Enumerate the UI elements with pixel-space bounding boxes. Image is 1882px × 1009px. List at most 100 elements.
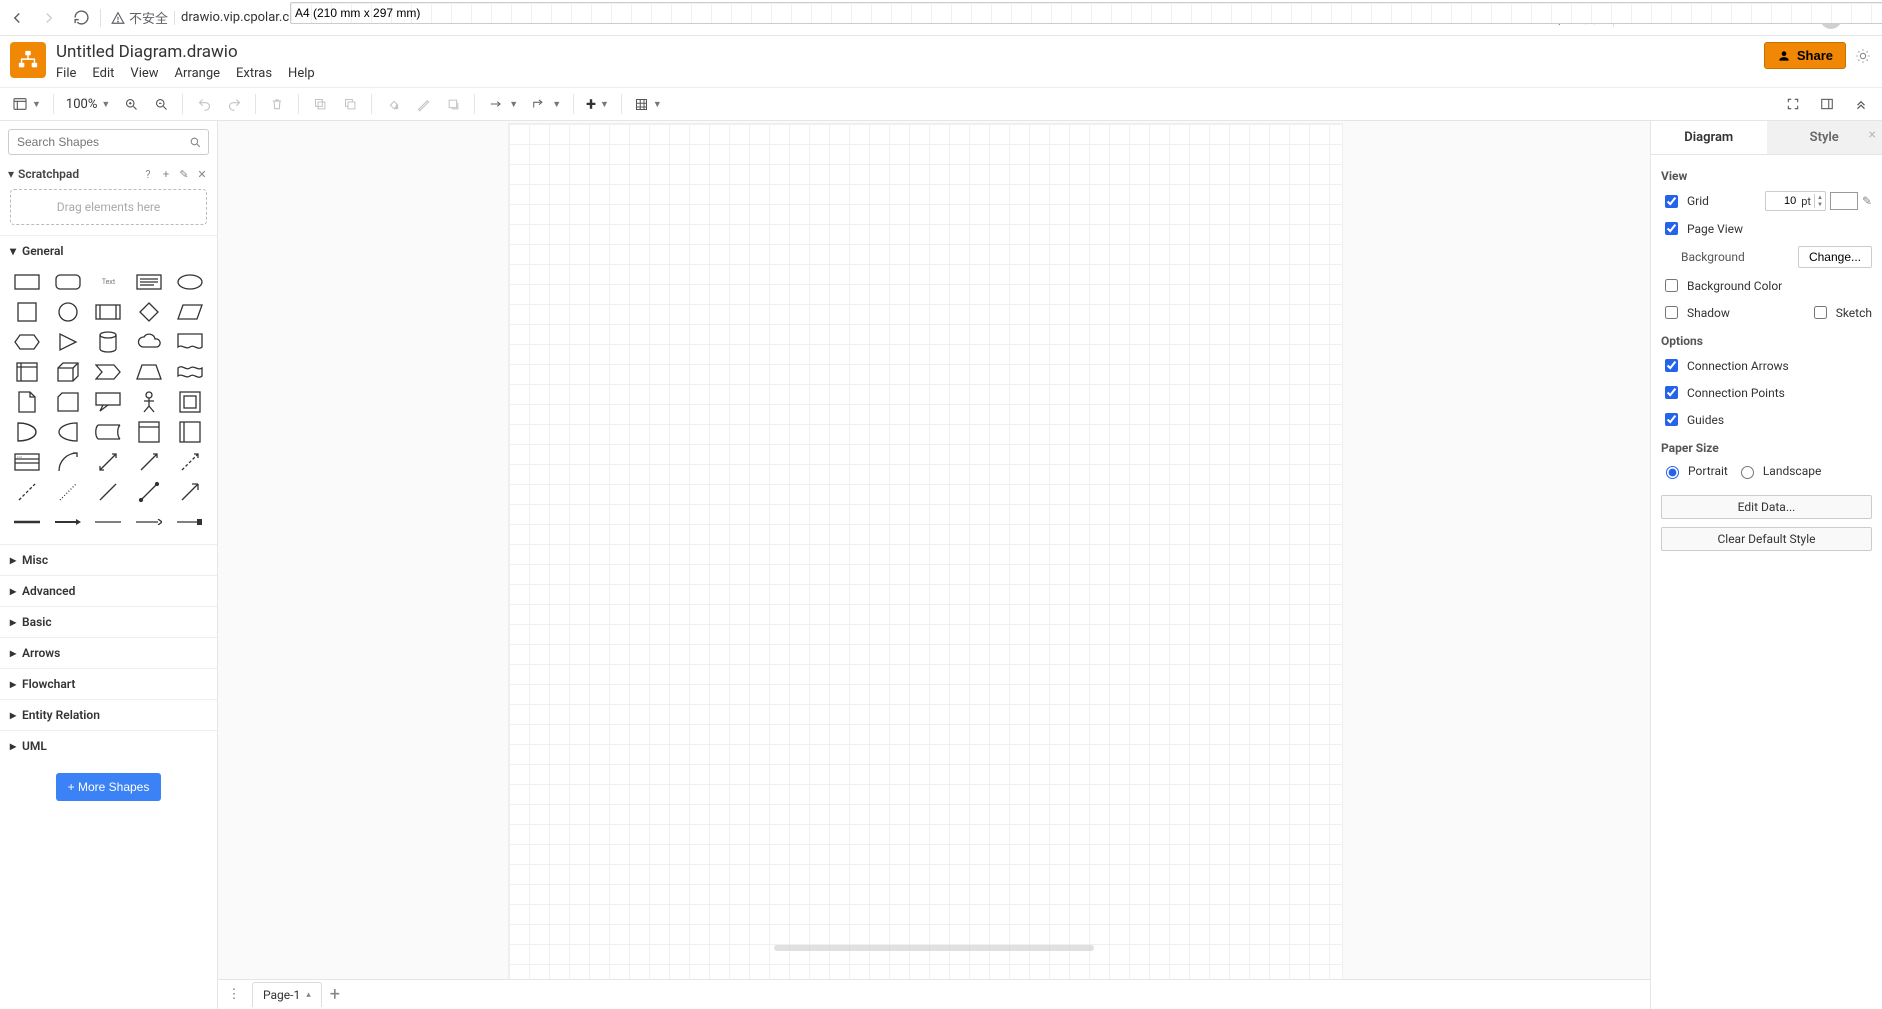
shape-document[interactable] [172,330,207,354]
category-flowchart[interactable]: ▸Flowchart [0,669,217,699]
delete-icon[interactable] [264,91,290,117]
shape-textbox[interactable] [132,270,167,294]
search-field[interactable] [15,134,189,150]
shape-thickline[interactable] [10,510,45,534]
shape-diamond[interactable] [132,300,167,324]
shape-cylinder[interactable] [91,330,126,354]
grid-size-input[interactable]: pt ▲▼ [1765,191,1826,211]
scratchpad-close-icon[interactable]: ✕ [195,167,209,181]
share-button[interactable]: Share [1764,42,1846,69]
format-panel-icon[interactable] [1814,91,1840,117]
grid-color-edit-icon[interactable]: ✎ [1862,194,1872,208]
back-icon[interactable] [8,9,26,27]
to-front-icon[interactable] [307,91,333,117]
shape-parallelogram[interactable] [172,300,207,324]
reload-icon[interactable] [72,9,90,27]
shape-hexagon[interactable] [10,330,45,354]
shape-container2[interactable] [172,420,207,444]
sketch-checkbox[interactable]: Sketch [1810,303,1872,322]
connection-dropdown[interactable]: ▼ [483,97,522,111]
shape-cube[interactable] [51,360,86,384]
menu-arrange[interactable]: Arrange [175,66,220,81]
paper-page[interactable] [508,123,1343,979]
scratchpad-header[interactable]: ▾ Scratchpad ? + ✎ ✕ [0,163,217,185]
pages-menu-icon[interactable]: ⋮ [224,987,244,1002]
shape-note[interactable] [10,390,45,414]
shape-trapezoid[interactable] [132,360,167,384]
shadow-checkbox[interactable]: Shadow [1661,303,1730,322]
shape-thinline[interactable] [91,510,126,534]
pageview-checkbox[interactable]: Page View [1661,219,1743,238]
shape-and[interactable] [51,420,86,444]
shape-thickarrow[interactable] [51,510,86,534]
collapse-icon[interactable] [1848,91,1874,117]
line-color-icon[interactable] [410,91,436,117]
forward-icon[interactable] [40,9,58,27]
shape-arrow[interactable] [132,450,167,474]
search-icon[interactable] [189,136,202,149]
app-logo-icon[interactable] [10,42,46,78]
shape-tape[interactable] [172,360,207,384]
search-shapes-input[interactable] [8,129,209,155]
category-uml[interactable]: ▸UML [0,731,217,761]
waypoint-dropdown[interactable]: ▼ [526,97,565,111]
category-misc[interactable]: ▸Misc [0,545,217,575]
shape-biline[interactable] [132,480,167,504]
shape-or[interactable] [10,420,45,444]
url-text[interactable]: drawio.vip.cpolar.cn [181,10,296,25]
menu-help[interactable]: Help [288,66,315,81]
tab-diagram[interactable]: Diagram [1651,121,1767,154]
page-tab-1[interactable]: Page-1 ▴ [252,982,322,1007]
guides-checkbox[interactable]: Guides [1661,410,1724,429]
bgcolor-checkbox[interactable]: Background Color [1661,276,1782,295]
shape-dbline[interactable] [172,510,207,534]
zoom-out-icon[interactable] [148,91,174,117]
background-change-button[interactable]: Change... [1798,246,1872,268]
shadow-icon[interactable] [440,91,466,117]
paper-size-select[interactable]: A4 (210 mm x 297 mm) [290,2,1882,24]
shape-line[interactable] [91,480,126,504]
horizontal-scrollbar[interactable] [774,945,1094,951]
to-back-icon[interactable] [337,91,363,117]
document-title[interactable]: Untitled Diagram.drawio [56,42,315,62]
canvas[interactable]: ⋮ Page-1 ▴ + [218,121,1650,1009]
view-mode-dropdown[interactable]: ▼ [8,96,45,112]
shape-biarrow[interactable] [91,450,126,474]
menu-file[interactable]: File [56,66,76,81]
shape-datastore[interactable] [91,420,126,444]
category-arrows[interactable]: ▸Arrows [0,638,217,668]
shape-rect[interactable] [10,270,45,294]
table-dropdown[interactable]: ▼ [630,97,666,112]
edit-data-button[interactable]: Edit Data... [1661,495,1872,519]
zoom-dropdown[interactable]: 100%▼ [62,97,114,112]
shape-roundrect[interactable] [51,270,86,294]
shape-list[interactable]: List [10,450,45,474]
shape-cloud[interactable] [132,330,167,354]
shape-step[interactable] [91,360,126,384]
shape-openarrow[interactable] [172,480,207,504]
scratchpad-edit-icon[interactable]: ✎ [177,167,191,181]
shape-actor[interactable] [132,390,167,414]
clear-style-button[interactable]: Clear Default Style [1661,527,1872,551]
insecure-badge[interactable]: 不安全 [111,8,168,27]
shape-triangle[interactable] [51,330,86,354]
shape-text[interactable]: Text [91,270,126,294]
category-basic[interactable]: ▸Basic [0,607,217,637]
grid-checkbox[interactable]: Grid [1661,192,1709,211]
shape-process[interactable] [91,300,126,324]
shape-dashline[interactable] [10,480,45,504]
portrait-radio[interactable]: Portrait [1661,463,1728,479]
fullscreen-icon[interactable] [1780,91,1806,117]
shape-internal-storage[interactable] [10,360,45,384]
more-shapes-button[interactable]: + More Shapes [56,773,162,801]
menu-view[interactable]: View [130,66,158,81]
shape-curve[interactable] [51,450,86,474]
shape-dotline[interactable] [51,480,86,504]
shape-square[interactable] [10,300,45,324]
shape-thinarrow[interactable] [132,510,167,534]
menu-edit[interactable]: Edit [92,66,114,81]
add-page-icon[interactable]: + [330,984,340,1005]
panel-close-icon[interactable]: × [1869,127,1876,143]
zoom-in-icon[interactable] [118,91,144,117]
landscape-radio[interactable]: Landscape [1736,463,1822,479]
